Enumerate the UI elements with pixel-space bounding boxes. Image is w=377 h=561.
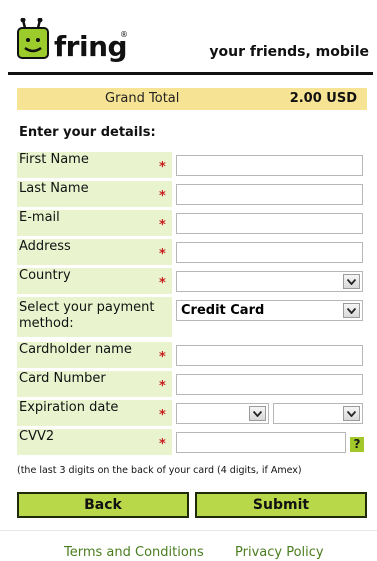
section-title: Enter your details: <box>19 125 156 140</box>
cvv2-label: CVV2 <box>17 429 172 455</box>
card-number-label: Card Number <box>17 371 172 397</box>
expiration-date-label: Expiration date <box>17 400 172 426</box>
cvv2-hint: (the last 3 digits on the back of your c… <box>17 465 302 476</box>
address-input[interactable] <box>176 242 363 263</box>
payment-method-label: Select your payment method: <box>17 297 172 337</box>
chevron-down-icon[interactable] <box>249 406 266 421</box>
email-label: E-mail <box>17 210 172 236</box>
header-divider <box>8 72 373 75</box>
help-icon[interactable]: ? <box>350 437 364 452</box>
last-name-input[interactable] <box>176 184 363 205</box>
header: fring ® your friends, mobile <box>0 0 377 80</box>
cvv2-required: * <box>159 437 166 452</box>
tagline: your friends, mobile <box>209 44 369 60</box>
first-name-input[interactable] <box>176 155 363 176</box>
country-label: Country <box>17 268 172 294</box>
card-number-required: * <box>159 379 166 394</box>
fring-logo-icon <box>17 18 49 59</box>
first-name-required: * <box>159 160 166 175</box>
payment-method-value: Credit Card <box>181 303 265 318</box>
grand-total-value: 2.00 USD <box>289 91 357 106</box>
card-number-input[interactable] <box>176 374 363 395</box>
expiration-date-required: * <box>159 408 166 423</box>
brand-name: fring <box>54 30 128 63</box>
footer: Terms and Conditions Privacy Policy <box>0 530 377 561</box>
payment-method-select[interactable]: Credit Card <box>176 300 363 321</box>
cardholder-name-required: * <box>159 350 166 365</box>
first-name-label: First Name <box>17 152 172 178</box>
cardholder-name-label: Cardholder name <box>17 342 172 368</box>
fring-logo: fring ® <box>16 12 146 68</box>
address-required: * <box>159 247 166 262</box>
address-label: Address <box>17 239 172 265</box>
country-required: * <box>159 276 166 291</box>
cvv2-input[interactable] <box>176 432 346 453</box>
terms-link[interactable]: Terms and Conditions <box>64 545 204 560</box>
country-select[interactable] <box>176 271 363 292</box>
chevron-down-icon[interactable] <box>343 274 360 289</box>
privacy-link[interactable]: Privacy Policy <box>235 545 324 560</box>
grand-total-label: Grand Total <box>105 91 180 106</box>
expiration-month-select[interactable] <box>176 403 269 424</box>
last-name-required: * <box>159 189 166 204</box>
expiration-year-select[interactable] <box>273 403 363 424</box>
chevron-down-icon[interactable] <box>343 406 360 421</box>
submit-button[interactable]: Submit <box>195 492 367 518</box>
last-name-label: Last Name <box>17 181 172 207</box>
back-button[interactable]: Back <box>17 492 189 518</box>
grand-total-bar: Grand Total 2.00 USD <box>17 88 367 110</box>
cardholder-name-input[interactable] <box>176 345 363 366</box>
chevron-down-icon[interactable] <box>343 303 360 318</box>
email-input[interactable] <box>176 213 363 234</box>
email-required: * <box>159 218 166 233</box>
registered-mark: ® <box>120 30 128 39</box>
